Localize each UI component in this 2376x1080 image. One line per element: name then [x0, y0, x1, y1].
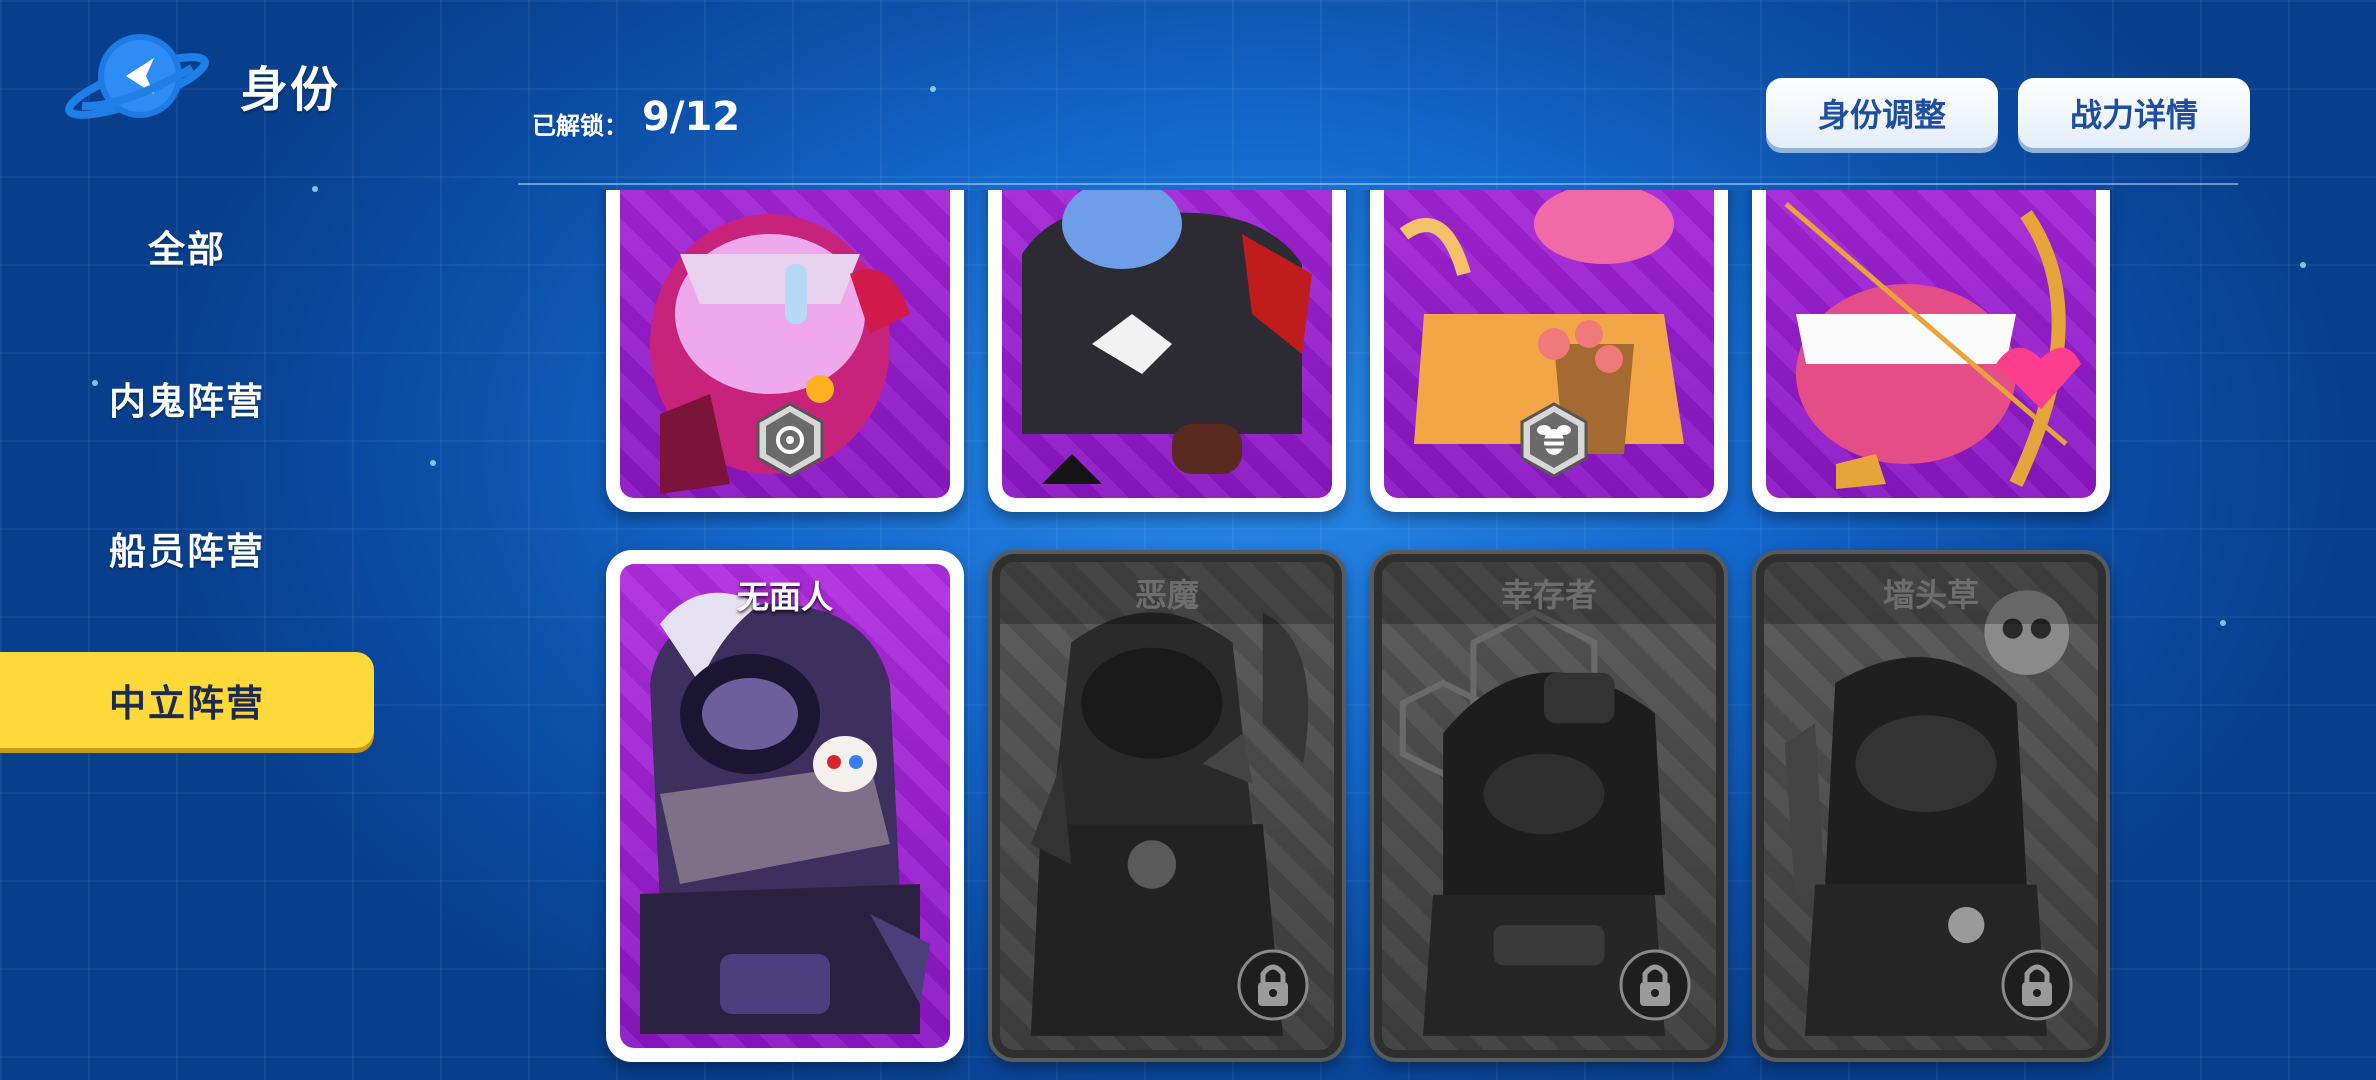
card-name: 墙头草	[1764, 562, 2098, 624]
character-art	[1784, 202, 2081, 489]
sparkle	[312, 186, 318, 192]
role-card[interactable]	[606, 190, 964, 512]
card-art: 无面人	[620, 564, 950, 1048]
card-name: 幸存者	[1382, 562, 1716, 624]
role-card[interactable]	[1752, 190, 2110, 512]
power-details-label: 战力详情	[2069, 96, 2198, 134]
role-card-fence-sitter[interactable]: 墙头草	[1752, 550, 2110, 1062]
role-card[interactable]	[1370, 190, 1728, 512]
card-name: 无面人	[736, 578, 833, 616]
character-art	[640, 592, 930, 1034]
card-art	[1384, 190, 1714, 498]
lock-icon	[1237, 949, 1309, 1021]
lock-icon	[1619, 949, 1691, 1021]
bee-icon	[1520, 402, 1588, 478]
role-card-survivor[interactable]: 幸存者	[1370, 550, 1728, 1062]
lock-icon	[2001, 949, 2073, 1021]
role-card-grid[interactable]: 无面人 恶魔 幸存者 墙头草	[520, 190, 2240, 1080]
identity-adjust-label: 身份调整	[1817, 96, 1946, 134]
unlocked-label: 已解锁：	[532, 112, 628, 140]
back-button[interactable]	[62, 28, 212, 132]
sparkle	[2300, 262, 2306, 268]
sparkle	[430, 460, 436, 466]
card-art	[620, 190, 950, 498]
card-art	[1766, 190, 2096, 498]
card-art: 恶魔	[1000, 562, 1334, 1050]
unlocked-count: 9/12	[642, 94, 741, 140]
swirl-icon	[756, 402, 824, 478]
character-art	[1022, 190, 1312, 484]
sparkle	[930, 86, 936, 92]
role-card-demon[interactable]: 恶魔	[988, 550, 1346, 1062]
sidebar-item-label: 全部	[148, 228, 226, 271]
power-details-button[interactable]: 战力详情	[2018, 78, 2250, 148]
sidebar-item-label: 内鬼阵营	[109, 380, 265, 423]
card-art	[1002, 190, 1332, 498]
sidebar-item-neutral[interactable]: 中立阵营	[0, 652, 374, 748]
sidebar-item-crew[interactable]: 船员阵营	[0, 500, 374, 596]
sidebar-item-all[interactable]: 全部	[0, 198, 374, 294]
card-name: 恶魔	[1000, 562, 1334, 624]
back-arrow-icon	[65, 34, 209, 119]
identity-adjust-button[interactable]: 身份调整	[1766, 78, 1998, 148]
sidebar-item-impostor[interactable]: 内鬼阵营	[0, 350, 374, 446]
header-divider	[518, 183, 2238, 185]
sidebar-item-label: 中立阵营	[109, 682, 265, 725]
page-title: 身份	[240, 62, 341, 118]
role-card[interactable]	[988, 190, 1346, 512]
card-art: 墙头草	[1764, 562, 2098, 1050]
card-art: 幸存者	[1382, 562, 1716, 1050]
role-card-faceless[interactable]: 无面人	[606, 550, 964, 1062]
sidebar-item-label: 船员阵营	[109, 530, 265, 573]
